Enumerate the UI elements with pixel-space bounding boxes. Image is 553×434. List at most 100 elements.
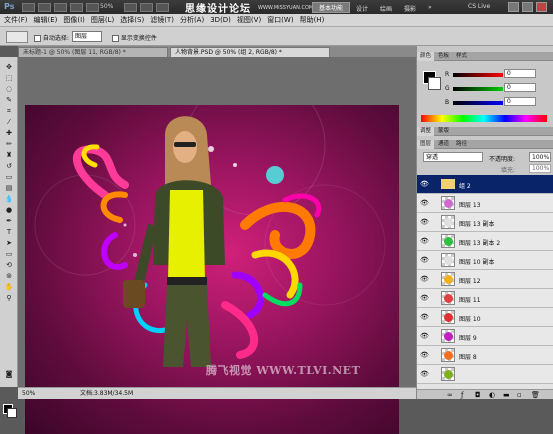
cs-live-button[interactable]: CS Live [468, 3, 490, 10]
menu-edit[interactable]: 编辑(E) [34, 15, 58, 25]
gradient-tool-icon[interactable]: ▤ [3, 184, 15, 193]
screen-mode-icon[interactable] [156, 3, 169, 12]
tab-channels[interactable]: 通道 [435, 140, 452, 149]
visibility-eye-icon[interactable]: 👁 [419, 237, 430, 245]
layer-row[interactable]: 👁 图层 9 [417, 327, 553, 346]
move-tool-icon[interactable]: ✥ [3, 63, 15, 72]
maximize-icon[interactable] [522, 2, 533, 12]
delete-layer-icon[interactable]: 🗑 [531, 391, 540, 399]
visibility-eye-icon[interactable]: 👁 [419, 370, 430, 378]
tab-layers[interactable]: 图层 [417, 140, 435, 149]
tab-paths[interactable]: 路径 [453, 140, 470, 149]
dodge-tool-icon[interactable]: ● [3, 206, 15, 215]
artwork-image[interactable] [25, 105, 399, 434]
clone-stamp-tool-icon[interactable]: ♜ [3, 151, 15, 160]
workspace-photo[interactable]: 摄影 [404, 4, 416, 13]
arrange-documents-icon[interactable] [140, 3, 153, 12]
tab-styles[interactable]: 样式 [453, 52, 470, 61]
panel-background-swatch[interactable] [428, 77, 441, 90]
workspace-paint[interactable]: 绘画 [380, 4, 392, 13]
quick-select-tool-icon[interactable]: ✎ [3, 96, 15, 105]
adjustment-layer-icon[interactable]: ◐ [489, 391, 495, 399]
menu-analysis[interactable]: 分析(A) [180, 15, 204, 25]
visibility-eye-icon[interactable]: 👁 [419, 313, 430, 321]
status-zoom[interactable]: 50% [22, 388, 35, 400]
new-layer-icon[interactable]: ▫ [517, 391, 522, 399]
hand-tool-icon[interactable] [86, 3, 99, 12]
visibility-eye-icon[interactable]: 👁 [419, 294, 430, 302]
layer-row[interactable]: 👁 图层 12 [417, 270, 553, 289]
visibility-eye-icon[interactable]: 👁 [419, 218, 430, 226]
healing-brush-tool-icon[interactable]: ✚ [3, 129, 15, 138]
visibility-eye-icon[interactable]: 👁 [419, 256, 430, 264]
visibility-eye-icon[interactable]: 👁 [419, 275, 430, 283]
add-mask-icon[interactable]: ◘ [475, 391, 481, 399]
tab-adjustments[interactable]: 调整 [417, 127, 435, 136]
menu-window[interactable]: 窗口(W) [267, 15, 293, 25]
fill-input[interactable]: 100% [529, 164, 551, 173]
menu-file[interactable]: 文件(F) [4, 15, 28, 25]
show-transform-option[interactable]: 显示变换控件 [112, 33, 157, 42]
layer-row[interactable]: 👁 图层 10 副本 [417, 251, 553, 270]
zoom-level[interactable]: 50% [100, 3, 113, 10]
layer-row[interactable]: 👁 组 2 [417, 175, 553, 194]
path-select-tool-icon[interactable]: ➤ [3, 239, 15, 248]
visibility-eye-icon[interactable]: 👁 [419, 180, 430, 188]
workspace-design[interactable]: 设计 [356, 4, 368, 13]
lasso-tool-icon[interactable]: ◌ [3, 85, 15, 94]
guides-icon[interactable] [54, 3, 67, 12]
zoom-tool-icon[interactable] [70, 3, 83, 12]
auto-select-dropdown[interactable]: 图层 [72, 31, 102, 42]
layer-row[interactable]: 👁 图层 13 副本 [417, 213, 553, 232]
status-doc-size[interactable]: 文档:3.83M/34.5M [80, 388, 133, 400]
auto-select-checkbox[interactable] [34, 35, 41, 42]
visibility-eye-icon[interactable]: 👁 [419, 332, 430, 340]
layer-row[interactable]: 👁 图层 8 [417, 346, 553, 365]
canvas-area[interactable]: 腾飞视觉 WWW.TLVI.NET [18, 57, 416, 434]
visibility-eye-icon[interactable]: 👁 [419, 199, 430, 207]
move-tool-preset-icon[interactable] [6, 31, 28, 43]
3d-rotate-tool-icon[interactable]: ⟲ [3, 261, 15, 270]
minimize-icon[interactable] [508, 2, 519, 12]
tab-masks[interactable]: 蒙版 [435, 127, 452, 136]
menu-layer[interactable]: 图层(L) [91, 15, 114, 25]
menu-3d[interactable]: 3D(D) [210, 16, 231, 24]
history-brush-tool-icon[interactable]: ↺ [3, 162, 15, 171]
zoom-tool-icon[interactable]: ⚲ [3, 294, 15, 303]
layer-row[interactable]: 👁 图层 11 [417, 289, 553, 308]
bridge-icon[interactable] [22, 3, 35, 12]
channel-b-slider[interactable] [453, 101, 503, 105]
new-group-icon[interactable]: ▬ [503, 391, 510, 399]
channel-b-value[interactable]: 0 [504, 97, 536, 106]
visibility-eye-icon[interactable]: 👁 [419, 351, 430, 359]
marquee-tool-icon[interactable]: ⬚ [3, 74, 15, 83]
eyedropper-tool-icon[interactable]: ⁄ [3, 118, 15, 127]
shape-tool-icon[interactable]: ▭ [3, 250, 15, 259]
menu-view[interactable]: 视图(V) [237, 15, 261, 25]
menu-select[interactable]: 选择(S) [120, 15, 144, 25]
opacity-input[interactable]: 100% [529, 152, 551, 162]
workspace-more-icon[interactable]: » [428, 4, 432, 11]
menu-help[interactable]: 帮助(H) [300, 15, 325, 25]
layer-row[interactable]: 👁 图层 10 [417, 308, 553, 327]
channel-r-value[interactable]: 0 [504, 69, 536, 78]
menu-filter[interactable]: 滤镜(T) [150, 15, 174, 25]
background-color[interactable] [7, 408, 17, 418]
channel-r-slider[interactable] [453, 73, 503, 77]
quick-mask-icon[interactable]: ◙ [3, 370, 15, 379]
layer-row[interactable]: 👁 [417, 365, 553, 384]
channel-g-slider[interactable] [453, 87, 503, 91]
workspace-basic-button[interactable]: 基本功能 [312, 2, 350, 13]
blend-mode-dropdown[interactable]: 穿透 [423, 152, 483, 162]
eraser-tool-icon[interactable]: ▭ [3, 173, 15, 182]
crop-tool-icon[interactable]: ⌗ [3, 107, 15, 116]
color-spectrum[interactable] [421, 115, 547, 122]
link-layers-icon[interactable]: ∞ [447, 391, 453, 399]
hand-tool-icon[interactable]: ✋ [3, 283, 15, 292]
layer-row[interactable]: 👁 图层 13 [417, 194, 553, 213]
menu-image[interactable]: 图像(I) [63, 15, 85, 25]
layer-row[interactable]: 👁 图层 13 副本 2 [417, 232, 553, 251]
rotate-view-icon[interactable] [124, 3, 137, 12]
show-transform-checkbox[interactable] [112, 35, 119, 42]
auto-select-option[interactable]: 自动选择: [34, 33, 69, 42]
